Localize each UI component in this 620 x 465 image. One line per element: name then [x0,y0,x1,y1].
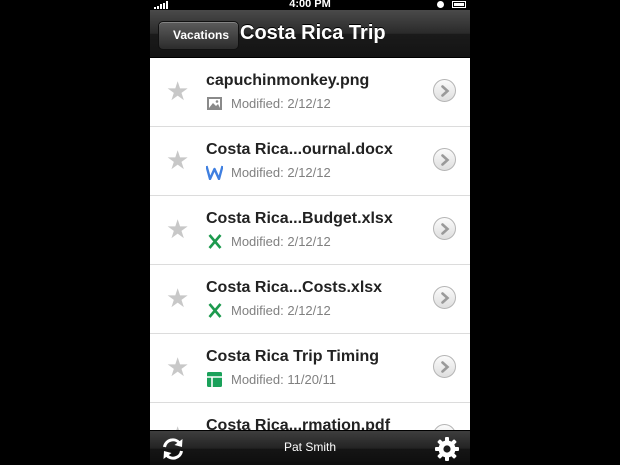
file-meta: Modified: 11/20/11 [206,371,336,388]
chevron-right-icon [440,153,449,166]
file-meta: Modified: 2/12/12 [206,95,331,112]
star-icon[interactable]: ★ [166,354,189,380]
gear-icon[interactable] [434,436,460,462]
file-row[interactable]: ★ Costa Rica...Costs.xlsx Modified: 2/12… [150,265,470,334]
status-bar: 4:00 PM [150,0,470,10]
modified-date: Modified: 11/20/11 [231,372,337,387]
file-name: Costa Rica...Budget.xlsx [206,210,393,227]
star-icon[interactable]: ★ [166,285,189,311]
file-meta: Modified: 2/12/12 [206,302,331,319]
phone-screen: 4:00 PM Vacations Costa Rica Trip ★ capu… [150,0,470,465]
file-name: Costa Rica...rmation.pdf [206,417,391,430]
modified-date: Modified: 2/12/12 [231,96,331,111]
chevron-right-icon [440,222,449,235]
word-doc-icon [206,164,223,181]
file-row[interactable]: ★ capuchinmonkey.png Modified: 2/12/12 [150,58,470,127]
image-icon [206,95,223,112]
file-row[interactable]: ★ Costa Rica Trip Timing Modified: 11/20… [150,334,470,403]
file-name: Costa Rica...Costs.xlsx [206,279,383,296]
excel-icon [206,302,223,319]
detail-disclosure-button[interactable] [433,148,456,171]
star-icon[interactable]: ★ [166,78,189,104]
excel-icon [206,233,223,250]
bottom-toolbar: Pat Smith [150,430,470,465]
back-button[interactable]: Vacations [158,21,240,50]
file-name: Costa Rica Trip Timing [206,348,380,365]
detail-disclosure-button[interactable] [433,355,456,378]
modified-date: Modified: 2/12/12 [231,234,331,249]
detail-disclosure-button[interactable] [433,286,456,309]
modified-date: Modified: 2/12/12 [231,165,331,180]
navigation-bar: Vacations Costa Rica Trip [150,10,470,58]
file-meta: Modified: 2/12/12 [206,164,331,181]
star-icon[interactable]: ★ [166,216,189,242]
page-title: Costa Rica Trip [240,22,386,44]
detail-disclosure-button[interactable] [433,217,456,240]
battery-icon [452,1,466,8]
star-icon[interactable]: ★ [166,423,189,430]
chevron-right-icon [440,360,449,373]
rotation-lock-icon [437,1,444,8]
star-icon[interactable]: ★ [166,147,189,173]
file-name: capuchinmonkey.png [206,72,370,89]
chevron-right-icon [440,291,449,304]
back-button-label: Vacations [173,28,230,42]
status-time: 4:00 PM [289,0,331,10]
chevron-right-icon [440,84,449,97]
account-name: Pat Smith [283,440,337,454]
file-name: Costa Rica...ournal.docx [206,141,393,158]
file-row[interactable]: ★ Costa Rica...rmation.pdf [150,403,470,430]
file-row[interactable]: ★ Costa Rica...Budget.xlsx Modified: 2/1… [150,196,470,265]
modified-date: Modified: 2/12/12 [231,303,331,318]
file-list: ★ capuchinmonkey.png Modified: 2/12/12 ★… [150,58,470,430]
spreadsheet-icon [206,371,223,388]
file-meta: Modified: 2/12/12 [206,233,331,250]
detail-disclosure-button[interactable] [433,79,456,102]
file-row[interactable]: ★ Costa Rica...ournal.docx Modified: 2/1… [150,127,470,196]
